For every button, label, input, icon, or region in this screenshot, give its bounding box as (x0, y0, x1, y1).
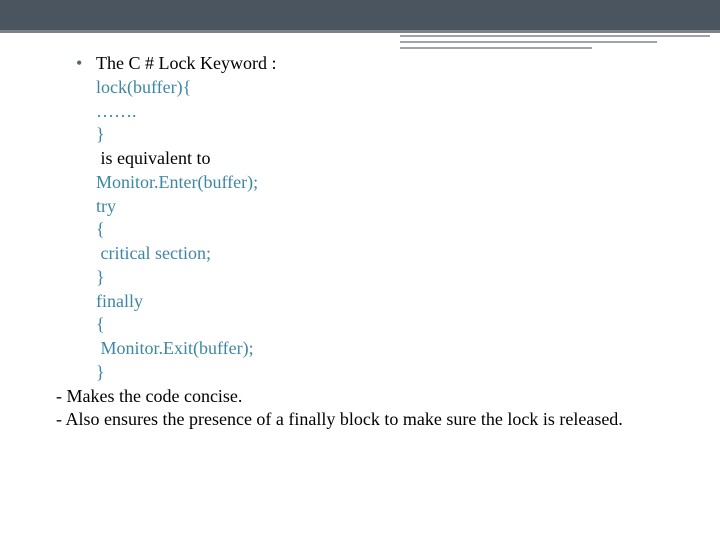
bullet-item: The C # Lock Keyword : lock(buffer){ …….… (56, 52, 680, 385)
code-line: Monitor.Exit(buffer); (96, 337, 680, 361)
equiv-line: is equivalent to (96, 147, 680, 171)
note-line: - Also ensures the presence of a finally… (56, 408, 680, 432)
code-line: } (96, 266, 680, 290)
code-line: lock(buffer){ (96, 76, 680, 100)
code-line: finally (96, 290, 680, 314)
code-line: ……. (96, 100, 680, 124)
code-line: } (96, 361, 680, 385)
bullet-heading: The C # Lock Keyword : (96, 52, 680, 76)
note-line: - Makes the code concise. (56, 385, 680, 409)
code-line: try (96, 195, 680, 219)
code-line: critical section; (96, 242, 680, 266)
code-line: Monitor.Enter(buffer); (96, 171, 680, 195)
code-line: { (96, 313, 680, 337)
notes-block: - Makes the code concise. - Also ensures… (56, 385, 680, 433)
header-band (0, 0, 720, 33)
accent-lines (400, 35, 710, 53)
code-line: } (96, 123, 680, 147)
code-line: { (96, 218, 680, 242)
slide-content: The C # Lock Keyword : lock(buffer){ …….… (56, 52, 680, 432)
bullet-list: The C # Lock Keyword : lock(buffer){ …….… (56, 52, 680, 385)
